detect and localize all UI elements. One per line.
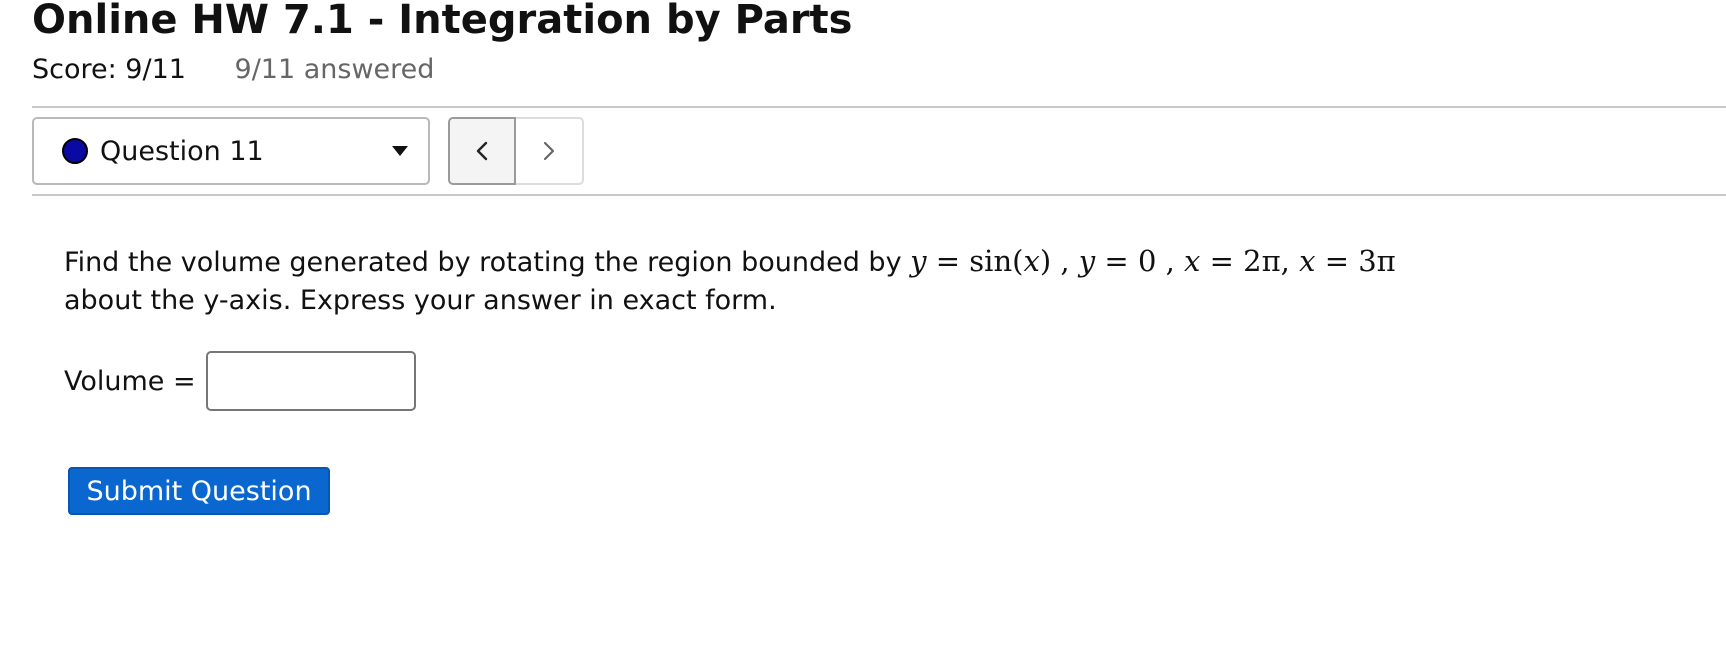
math-comma: ,	[1060, 244, 1070, 278]
page-title: Online HW 7.1 - Integration by Parts	[32, 0, 853, 43]
filled-circle-icon	[62, 138, 88, 164]
math-expression: y = sin(x) , y = 0 , x = 2π, x = 3π	[910, 244, 1396, 278]
next-question-button[interactable]	[516, 117, 584, 185]
volume-input[interactable]	[205, 351, 416, 411]
chevron-right-icon	[543, 141, 555, 161]
math-sin: sin(	[969, 244, 1024, 278]
top-divider	[32, 106, 1726, 108]
score-text: Score: 9/11	[32, 54, 186, 85]
math-equals: =	[1324, 244, 1349, 278]
bottom-divider	[32, 194, 1726, 196]
math-var-x: x	[1299, 244, 1316, 278]
math-comma: ,	[1165, 244, 1175, 278]
volume-answer-row: Volume =	[64, 351, 416, 411]
math-close-paren: )	[1039, 244, 1052, 278]
question-text: Find the volume generated by rotating th…	[64, 242, 1504, 320]
math-equals: =	[1209, 244, 1234, 278]
math-equals: =	[1104, 244, 1129, 278]
math-zero: 0	[1137, 244, 1157, 278]
question-selector-label: Question 11	[100, 135, 264, 167]
math-two-pi: 2π	[1243, 244, 1281, 278]
math-comma: ,	[1280, 244, 1290, 278]
math-var-y: y	[1078, 244, 1096, 278]
chevron-left-icon	[476, 141, 488, 161]
math-var-x: x	[1023, 244, 1040, 278]
question-nav-buttons	[448, 117, 584, 185]
math-three-pi: 3π	[1358, 244, 1396, 278]
submit-question-button[interactable]: Submit Question	[68, 467, 330, 515]
caret-down-icon	[392, 146, 408, 156]
score-row: Score: 9/11 9/11 answered	[32, 50, 434, 90]
math-equals: =	[935, 244, 961, 278]
volume-label: Volume =	[64, 365, 196, 397]
answered-count: 9/11 answered	[234, 54, 435, 85]
math-var-y: y	[910, 244, 927, 278]
question-instruction: about the y-axis. Express your answer in…	[64, 285, 777, 316]
previous-question-button[interactable]	[448, 117, 516, 185]
math-var-x: x	[1184, 244, 1201, 278]
question-selector-dropdown[interactable]: Question 11	[32, 117, 430, 185]
question-prompt: Find the volume generated by rotating th…	[64, 247, 902, 278]
